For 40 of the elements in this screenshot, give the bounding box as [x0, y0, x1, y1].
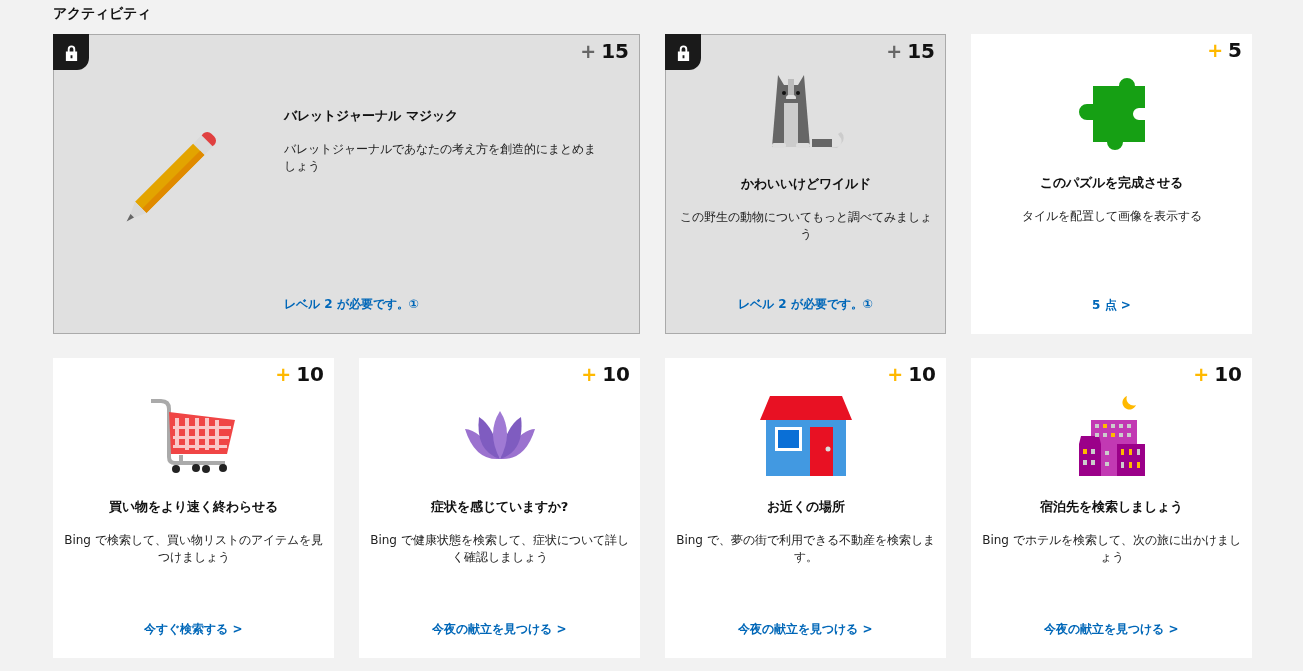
activity-card[interactable]: + 10 症状を感じていますか? Bing で健康状態を検索して、症状について詳しく確認しましょう 今夜の献立を見つける > — [359, 358, 640, 658]
card-link[interactable]: レベル 2 が必要です。① — [738, 296, 873, 313]
card-title: 買い物をより速く終わらせる — [109, 498, 278, 516]
card-description: バレットジャーナルであなたの考え方を創造的にまとめましょう — [284, 141, 597, 175]
card-link[interactable]: 今夜の献立を見つける > — [432, 621, 567, 638]
points-label: + 10 — [1193, 362, 1242, 386]
activity-card[interactable]: + 15 バレットジャーナル マジック バレットジャーナルであなたの考え方を創造的にまとめましょう レベル 2 が必要です。① — [53, 34, 640, 334]
card-title: 症状を感じていますか? — [430, 498, 569, 516]
card-description: Bing でホテルを検索して、次の旅に出かけましょう — [981, 532, 1242, 566]
card-description: Bing で検索して、買い物リストのアイテムを見つけましょう — [63, 532, 324, 566]
activity-card[interactable]: + 10 宿泊先を検索しましょう Bing でホテルを検索して、次の旅に出かけましょう 今夜の献立を見つける > — [971, 358, 1252, 658]
points-label: + 10 — [581, 362, 630, 386]
card-title: かわいいけどワイルド — [740, 175, 871, 193]
shopping-cart-icon — [150, 398, 237, 474]
card-link[interactable]: 今夜の献立を見つける > — [738, 621, 873, 638]
points-label: + 5 — [1207, 38, 1242, 62]
card-description: Bing で健康状態を検索して、症状について詳しく確認しましょう — [369, 532, 630, 566]
activity-card[interactable]: + 10 お近くの場所 Bing で、夢の街で利用できる不動産を検索します。 今夜の献立を見つける > — [665, 358, 946, 658]
house-icon — [759, 396, 852, 476]
card-link[interactable]: レベル 2 が必要です。① — [284, 296, 605, 313]
points-label: + 15 — [580, 39, 629, 63]
card-title: バレットジャーナル マジック — [284, 107, 459, 125]
points-label: + 10 — [887, 362, 936, 386]
card-link[interactable]: 今すぐ検索する > — [144, 621, 243, 638]
card-description: この野生の動物についてもっと調べてみましょう — [678, 209, 933, 243]
section-heading: アクティビティ — [53, 4, 152, 23]
points-label: + 10 — [275, 362, 324, 386]
hotel-building-icon — [1078, 396, 1145, 476]
card-link[interactable]: 今夜の献立を見つける > — [1044, 621, 1179, 638]
activity-card[interactable]: + 15 かわいいけどワイルド この野生の動物についてもっと調べてみましょう レベル 2 が必要です。① — [665, 34, 946, 334]
card-link[interactable]: 5 点 > — [1092, 297, 1131, 314]
activity-card[interactable]: + 5 このパズルを完成させる タイルを配置して画像を表示する 5 点 > — [971, 34, 1252, 334]
card-title: 宿泊先を検索しましょう — [1040, 498, 1183, 516]
card-title: お近くの場所 — [766, 498, 845, 516]
lotus-icon — [464, 411, 535, 461]
points-label: + 15 — [886, 39, 935, 63]
card-description: Bing で、夢の街で利用できる不動産を検索します。 — [675, 532, 936, 566]
card-title: このパズルを完成させる — [1040, 174, 1183, 192]
card-description: タイルを配置して画像を表示する — [1021, 208, 1202, 225]
activity-card[interactable]: + 10 買い物をより速く終わらせる Bing で検索して、買い物リストのアイテムを見つけましょう 今すぐ検索する > — [53, 358, 334, 658]
